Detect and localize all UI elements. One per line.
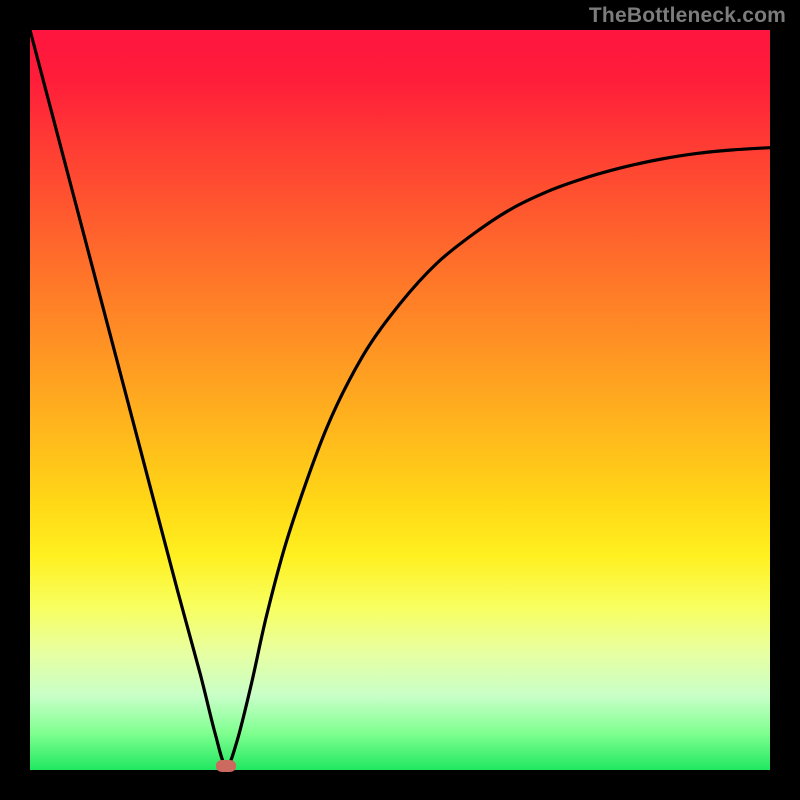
- watermark-text: TheBottleneck.com: [589, 4, 786, 28]
- curve-layer: [30, 30, 770, 770]
- chart-frame: TheBottleneck.com: [0, 0, 800, 800]
- minimum-point-marker: [216, 760, 236, 772]
- bottleneck-curve: [30, 30, 770, 766]
- plot-area: [30, 30, 770, 770]
